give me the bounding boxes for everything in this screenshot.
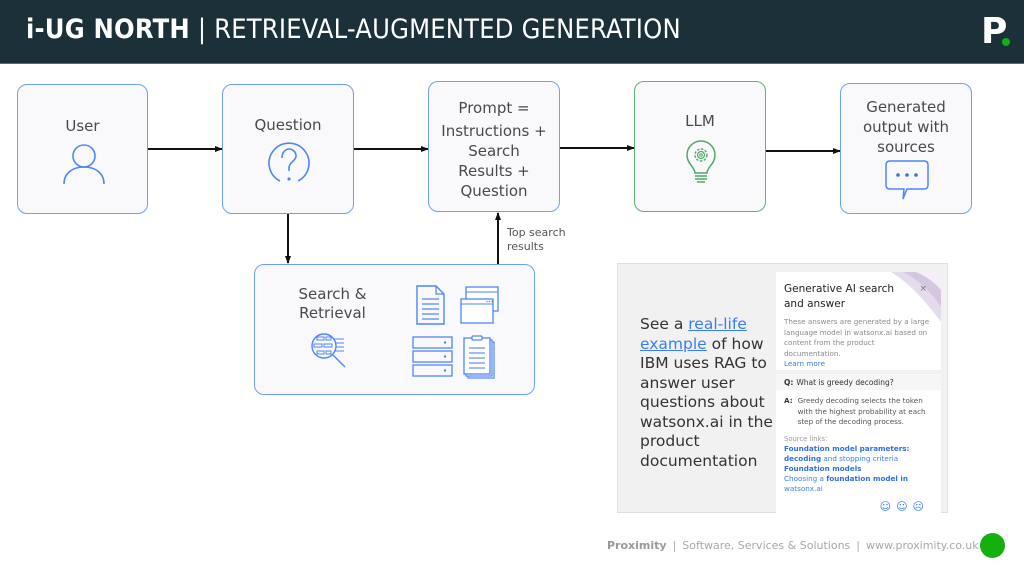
- page-title: i-UG NORTH | RETRIEVAL-AUGMENTED GENERAT…: [26, 14, 681, 45]
- green-dot-icon: [980, 533, 1005, 558]
- question-icon: [268, 142, 310, 182]
- question-text: What is greedy decoding?: [796, 378, 894, 387]
- title-rest: RETRIEVAL-AUGMENTED GENERATION: [214, 14, 681, 45]
- document-icon: [416, 285, 445, 325]
- source-link-3-pre: Choosing a: [784, 474, 827, 483]
- card-question: Q: What is greedy decoding?: [776, 370, 941, 390]
- example-text-before: See a: [640, 315, 689, 333]
- edge-label-top-search-results: Top search results: [507, 226, 566, 254]
- source-link-2[interactable]: Foundation models: [784, 464, 933, 474]
- q-label: Q:: [784, 378, 794, 387]
- node-user: User: [17, 84, 148, 214]
- node-llm: LLM: [634, 81, 766, 212]
- node-question-label: Question: [254, 116, 322, 134]
- example-text: See a real-life example of how IBM uses …: [640, 315, 780, 471]
- example-text-after: of how IBM uses RAG to answer user quest…: [640, 334, 773, 470]
- output-line-3: sources: [877, 138, 935, 156]
- node-search-retrieval: Search & Retrieval: [254, 264, 535, 395]
- title-separator: |: [197, 14, 207, 45]
- node-question: Question: [222, 84, 354, 214]
- learn-more-link[interactable]: Learn more: [784, 359, 933, 368]
- source-link-1[interactable]: Foundation model parameters: decoding an…: [784, 444, 933, 464]
- card-description: These answers are generated by a large l…: [784, 317, 930, 358]
- source-link-1-plain: and stopping criteria: [821, 454, 899, 463]
- node-output: Generated output with sources: [840, 83, 972, 214]
- sad-face-icon[interactable]: ☹: [913, 500, 929, 513]
- edge-label-line-2: results: [507, 240, 544, 253]
- neutral-face-icon[interactable]: ☺: [896, 500, 912, 513]
- footer-company: Proximity: [607, 539, 667, 552]
- footer: Proximity | Software, Services & Solutions…: [607, 539, 979, 552]
- ai-answer-card: Generative AI search and answer × These …: [776, 272, 941, 519]
- prompt-line-2: Instructions +: [441, 122, 547, 140]
- happy-face-icon[interactable]: ☺: [880, 500, 896, 513]
- title-bold: i-UG NORTH: [26, 14, 190, 45]
- source-link-3[interactable]: Choosing a foundation model in watsonx.a…: [784, 474, 933, 494]
- node-user-label: User: [65, 117, 100, 135]
- lightbulb-gear-icon: [686, 140, 716, 183]
- card-answer: A: Greedy decoding selects the token wit…: [776, 390, 941, 519]
- prompt-line-5: Question: [460, 182, 528, 200]
- footer-separator: |: [672, 539, 677, 552]
- prompt-line-3: Search: [468, 142, 520, 160]
- close-icon[interactable]: ×: [919, 284, 927, 294]
- search-line-2: Retrieval: [299, 304, 366, 322]
- edge-label-line-1: Top search: [507, 226, 566, 239]
- footer-tagline: Software, Services & Solutions: [682, 539, 851, 552]
- card-title: Generative AI search and answer: [784, 283, 895, 310]
- proximity-logo: P: [981, 12, 1010, 50]
- magnifier-data-icon: [311, 333, 346, 368]
- output-line-2: output with: [862, 118, 950, 136]
- source-links-label: Source links:: [784, 434, 828, 443]
- source-link-2-bold: Foundation models: [784, 464, 862, 473]
- feedback-buttons: ☺☺☹: [784, 500, 933, 513]
- output-line-1: Generated: [866, 98, 946, 116]
- example-panel: See a real-life example of how IBM uses …: [617, 263, 948, 519]
- server-stack-icon: [412, 336, 453, 377]
- search-line-1: Search &: [298, 285, 367, 303]
- prompt-line-4: Results +: [458, 162, 530, 180]
- answer-text: Greedy decoding selects the token with t…: [797, 396, 926, 426]
- card-header: Generative AI search and answer × These …: [776, 272, 941, 370]
- source-link-3-bold: foundation model in: [826, 474, 908, 483]
- user-icon: [63, 144, 105, 185]
- node-prompt: Prompt = Instructions + Search Results +…: [428, 81, 560, 212]
- browser-windows-icon: [460, 286, 499, 324]
- node-llm-label: LLM: [685, 112, 715, 130]
- clipboard-stack-icon: [463, 335, 495, 379]
- footer-separator: |: [856, 539, 860, 552]
- source-link-3-plain: watsonx.ai: [784, 484, 823, 493]
- prompt-line-1: Prompt =: [458, 99, 530, 117]
- chat-bubble-icon: [885, 160, 929, 200]
- header-bar: i-UG NORTH | RETRIEVAL-AUGMENTED GENERAT…: [0, 0, 1024, 64]
- footer-url[interactable]: www.proximity.co.uk: [866, 539, 979, 552]
- a-label: A:: [784, 396, 793, 405]
